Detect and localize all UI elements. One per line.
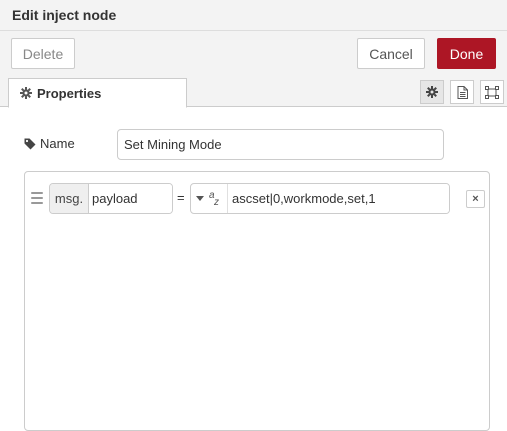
property-field: msg. bbox=[49, 183, 173, 214]
drag-handle-icon[interactable] bbox=[31, 192, 43, 204]
tray-header: Edit inject node bbox=[0, 0, 507, 31]
property-type-msg[interactable]: msg. bbox=[50, 184, 89, 213]
caret-down-icon bbox=[196, 196, 204, 201]
tab-button-appearance[interactable] bbox=[480, 80, 504, 104]
tab-button-settings[interactable] bbox=[420, 80, 444, 104]
close-icon: × bbox=[472, 193, 479, 205]
delete-button[interactable]: Delete bbox=[11, 38, 75, 69]
appearance-icon bbox=[485, 85, 499, 99]
cancel-button[interactable]: Cancel bbox=[357, 38, 425, 69]
gear-icon bbox=[20, 87, 32, 99]
tray-toolbar: Delete Cancel Done bbox=[0, 31, 507, 75]
gear-icon bbox=[426, 86, 438, 98]
value-type-selector[interactable]: az bbox=[191, 184, 228, 213]
tab-properties[interactable]: Properties bbox=[8, 78, 187, 108]
value-field: az bbox=[190, 183, 450, 214]
tab-bar: Properties bbox=[0, 75, 507, 108]
value-input[interactable] bbox=[229, 184, 449, 213]
description-icon bbox=[457, 85, 468, 99]
tag-icon bbox=[24, 138, 36, 150]
done-button[interactable]: Done bbox=[437, 38, 496, 69]
string-type-icon: az bbox=[209, 189, 219, 208]
name-label-text: Name bbox=[40, 136, 75, 151]
tab-properties-label: Properties bbox=[37, 85, 102, 101]
name-input[interactable] bbox=[117, 129, 444, 160]
equals-sign: = bbox=[177, 190, 185, 205]
remove-property-button[interactable]: × bbox=[466, 190, 485, 208]
tab-button-description[interactable] bbox=[450, 80, 474, 104]
tray-title: Edit inject node bbox=[12, 7, 117, 23]
property-input[interactable] bbox=[90, 184, 172, 213]
name-label: Name bbox=[24, 136, 75, 151]
